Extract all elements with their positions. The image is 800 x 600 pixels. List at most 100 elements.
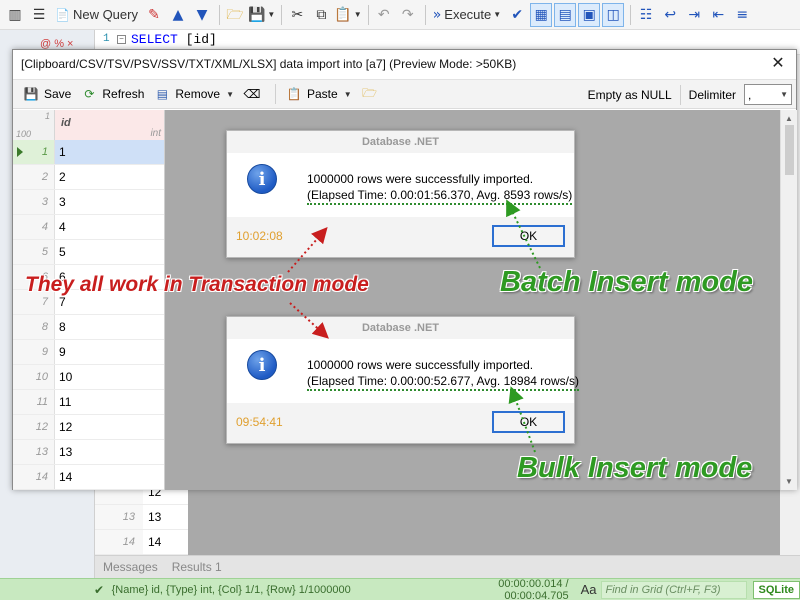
status-timing: 00:00:00.014 / 00:00:04.705	[498, 577, 569, 600]
dialog-caption: Database .NET	[227, 131, 574, 153]
toolbar-separator	[281, 4, 283, 25]
status-bar: ✔ {Name} id, {Type} int, {Col} 1/1, {Row…	[0, 578, 800, 600]
list-icon[interactable]: ☷	[635, 3, 657, 27]
ok-button[interactable]: OK	[492, 225, 565, 247]
table-row[interactable]: 14 14	[95, 530, 188, 555]
chart-mode-icon[interactable]: ◫	[602, 2, 625, 27]
arrow-up-icon[interactable]: ▲	[167, 3, 189, 27]
remove-button[interactable]: ▤ Remove ▼	[154, 86, 234, 102]
row-number: 10	[13, 365, 55, 389]
results-scrollbar[interactable]	[780, 490, 800, 555]
table-row[interactable]: 88	[13, 315, 164, 340]
remove-label: Remove	[175, 87, 221, 101]
table-row[interactable]: 11	[13, 140, 164, 165]
cell-id[interactable]: 8	[55, 315, 164, 339]
open-file-button[interactable]: 🗁	[362, 86, 383, 102]
text-mode-icon[interactable]: ▤	[554, 2, 577, 27]
scroll-thumb[interactable]	[785, 125, 794, 175]
scroll-down-icon[interactable]: ▼	[785, 477, 793, 486]
cell-id[interactable]: 5	[55, 240, 164, 264]
grid-corner[interactable]: 1 100	[13, 110, 55, 140]
table-row[interactable]: 99	[13, 340, 164, 365]
execute-button[interactable]: » Execute ▼	[430, 3, 504, 27]
outdent-icon[interactable]: ⇤	[707, 3, 729, 27]
table-row[interactable]: 33	[13, 190, 164, 215]
cell-id[interactable]: 10	[55, 365, 164, 389]
cell-id[interactable]: 2	[55, 165, 164, 189]
current-row-pointer-icon	[17, 147, 23, 157]
sql-rest: [id]	[177, 32, 217, 47]
delimiter-select[interactable]: , ▼	[744, 84, 792, 105]
table-row[interactable]: 10 10	[13, 365, 164, 390]
delimiter-value: ,	[748, 87, 752, 102]
find-in-grid-input[interactable]: Find in Grid (Ctrl+F, F3)	[600, 580, 747, 599]
engine-badge: SQLite	[752, 580, 800, 599]
new-document-icon: 📄	[55, 7, 70, 22]
execute-label: Execute	[444, 7, 492, 22]
table-row[interactable]: 12 12	[13, 415, 164, 440]
cell-id[interactable]: 11	[55, 390, 164, 414]
plan-mode-icon[interactable]: ▣	[578, 2, 601, 27]
grid-mode-icon[interactable]: ▦	[530, 2, 553, 27]
paste-icon[interactable]: 📋 ▼	[334, 3, 361, 27]
clear-icon[interactable]: ✎	[143, 3, 165, 27]
cell-id[interactable]: 9	[55, 340, 164, 364]
toolbar-separator	[679, 84, 681, 105]
fold-icon[interactable]: −	[117, 35, 126, 44]
cell-id[interactable]: 14	[55, 465, 164, 489]
panel-columns-icon[interactable]: ▥	[4, 3, 26, 27]
column-header-id[interactable]: id int	[55, 110, 164, 140]
row-number: 12	[13, 415, 55, 439]
import-scrollbar[interactable]: ▲ ▼	[780, 110, 797, 490]
paste-button[interactable]: 📋 Paste ▼	[286, 86, 352, 102]
open-folder-icon[interactable]: 🗁	[224, 3, 246, 27]
status-info: {Name} id, {Type} int, {Col} 1/1, {Row} …	[111, 583, 351, 596]
table-row[interactable]: 11 11	[13, 390, 164, 415]
eraser-button[interactable]: ⌫	[244, 86, 265, 102]
chevron-down-icon: ▼	[343, 89, 352, 99]
cut-icon[interactable]: ✂	[286, 3, 308, 27]
row-number: 4	[13, 215, 55, 239]
redo-icon[interactable]: ↷	[397, 3, 419, 27]
menu-icon[interactable]: ☰	[28, 3, 50, 27]
arrow-down-icon[interactable]: ▼	[191, 3, 213, 27]
align-icon[interactable]: ≡	[731, 3, 753, 27]
save-button[interactable]: 💾 Save	[23, 86, 72, 102]
cell-id[interactable]: 1	[55, 140, 164, 164]
table-row[interactable]: 22	[13, 165, 164, 190]
chevron-down-icon: ▼	[226, 89, 234, 99]
table-row[interactable]: 14 14	[13, 465, 164, 490]
indent-icon[interactable]: ⇥	[683, 3, 705, 27]
line-number: 1	[103, 33, 110, 45]
table-row[interactable]: 55	[13, 240, 164, 265]
empty-as-null-toggle[interactable]: Empty as NULL	[588, 88, 672, 102]
import-options: Empty as NULL Delimiter , ▼	[588, 84, 792, 105]
new-query-button[interactable]: 📄 New Query	[52, 3, 141, 27]
sql-keyword: SELECT	[131, 32, 178, 47]
paste-label: Paste	[307, 87, 338, 101]
copy-icon[interactable]: ⧉	[310, 3, 332, 27]
cell-id[interactable]: 12	[55, 415, 164, 439]
dialog-elapsed: (Elapsed Time: 0.00:01:56.370, Avg. 8593…	[307, 188, 573, 205]
cell-id[interactable]: 13	[55, 440, 164, 464]
cell-id[interactable]: 4	[55, 215, 164, 239]
table-row[interactable]: 13 13	[95, 505, 188, 530]
undo-icon[interactable]: ↶	[373, 3, 395, 27]
table-row[interactable]: 44	[13, 215, 164, 240]
tab-messages[interactable]: Messages	[103, 560, 158, 574]
import-window-title: [Clipboard/CSV/TSV/PSV/SSV/TXT/XML/XLSX]…	[21, 57, 517, 71]
wrap-icon[interactable]: ↩	[659, 3, 681, 27]
ok-button[interactable]: OK	[492, 411, 565, 433]
table-row[interactable]: 13 13	[13, 440, 164, 465]
refresh-button[interactable]: ⟳ Refresh	[81, 86, 144, 102]
cell-id[interactable]: 3	[55, 190, 164, 214]
close-icon[interactable]: ✕	[766, 52, 790, 76]
scroll-up-icon[interactable]: ▲	[785, 114, 793, 123]
check-icon[interactable]: ✔	[506, 3, 528, 27]
save-disk-icon: 💾	[23, 87, 39, 101]
save-disk-icon[interactable]: 💾 ▼	[248, 3, 275, 27]
tab-results[interactable]: Results 1	[172, 560, 222, 574]
save-label: Save	[44, 87, 72, 101]
match-case-toggle[interactable]: Aa	[581, 582, 597, 597]
grid-rows: 1 1 2 2 3 3 4 4 5 5 6 6 7 7 8 8 9 9 10 10 11 11 12 12 13 13 14 14	[13, 140, 164, 490]
